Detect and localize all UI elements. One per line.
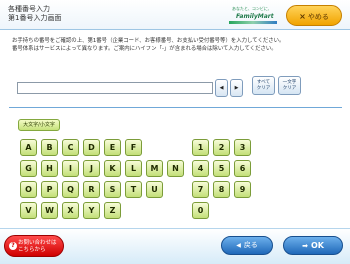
digit-key[interactable]: 2 <box>213 139 230 156</box>
screen-subtitle: 第1番号入力画面 <box>8 14 62 22</box>
close-icon: × <box>299 12 306 21</box>
ok-label: OK <box>310 241 324 250</box>
digit-key[interactable]: 9 <box>234 181 251 198</box>
letter-key[interactable]: O <box>20 181 37 198</box>
letter-key[interactable]: G <box>20 160 37 177</box>
letter-key[interactable]: D <box>83 139 100 156</box>
digit-key[interactable]: 0 <box>192 202 209 219</box>
screen-title: 各種番号入力 <box>8 5 50 13</box>
letter-key[interactable]: H <box>41 160 58 177</box>
instruction-line: 番号体系はサービスによって異なります。ご案内にハイフン「-」が含まれる場合は除い… <box>12 46 277 52</box>
digit-key[interactable]: 4 <box>192 160 209 177</box>
cursor-left-button[interactable]: ◀ <box>215 79 228 97</box>
back-label: 戻る <box>243 241 258 249</box>
help-label-1: お問い合わせは <box>18 240 57 246</box>
letter-key[interactable]: F <box>125 139 142 156</box>
digit-key[interactable]: 1 <box>192 139 209 156</box>
brand-tagline: あなたと、コンビに、 <box>232 6 272 11</box>
digit-key[interactable]: 3 <box>234 139 251 156</box>
divider <box>9 107 342 108</box>
clear-one-button[interactable]: 一文字 クリア <box>278 76 301 95</box>
letter-key[interactable]: R <box>83 181 100 198</box>
question-icon: ? <box>9 242 17 250</box>
arrow-left-icon: ◀ <box>219 85 224 91</box>
letter-key[interactable]: Z <box>104 202 121 219</box>
letter-key[interactable]: U <box>146 181 163 198</box>
letter-key[interactable]: N <box>167 160 184 177</box>
letter-key[interactable]: W <box>41 202 58 219</box>
instructions: お手持ちの番号をご確認の上、第1番号（企業コード、お客様番号、お支払い受付番号等… <box>12 37 342 53</box>
cancel-label: やめる <box>307 13 329 21</box>
arrow-right-icon: ▶ <box>234 85 239 91</box>
letter-key[interactable]: P <box>41 181 58 198</box>
letter-key[interactable]: T <box>125 181 142 198</box>
ok-button[interactable]: ➡ OK <box>283 236 343 255</box>
letter-key[interactable]: I <box>62 160 79 177</box>
clear-all-label-2: クリア <box>256 86 271 91</box>
letter-key[interactable]: Y <box>83 202 100 219</box>
help-label-2: こちらから <box>18 247 46 253</box>
digit-key[interactable]: 7 <box>192 181 209 198</box>
letter-key[interactable]: C <box>62 139 79 156</box>
clear-one-label-2: クリア <box>282 86 297 91</box>
letter-key[interactable]: J <box>83 160 100 177</box>
digit-key[interactable]: 5 <box>213 160 230 177</box>
letter-key[interactable]: B <box>41 139 58 156</box>
back-arrow-icon: ◀ <box>236 242 241 249</box>
cursor-right-button[interactable]: ▶ <box>230 79 243 97</box>
letter-key[interactable]: S <box>104 181 121 198</box>
ok-arrow-icon: ➡ <box>302 242 308 250</box>
brand-stripe <box>229 21 277 24</box>
letter-key[interactable]: X <box>62 202 79 219</box>
letter-key[interactable]: E <box>104 139 121 156</box>
cancel-button[interactable]: × やめる <box>286 5 342 26</box>
back-button[interactable]: ◀ 戻る <box>221 236 273 255</box>
letter-key[interactable]: K <box>104 160 121 177</box>
letter-key[interactable]: V <box>20 202 37 219</box>
digit-key[interactable]: 6 <box>234 160 251 177</box>
letter-key[interactable]: L <box>125 160 142 177</box>
letter-key[interactable]: A <box>20 139 37 156</box>
instruction-line: お手持ちの番号をご確認の上、第1番号（企業コード、お客様番号、お支払い受付番号等… <box>12 38 285 44</box>
clear-all-button[interactable]: すべて クリア <box>252 76 275 95</box>
letter-key[interactable]: Q <box>62 181 79 198</box>
help-button[interactable]: ? お問い合わせは こちらから <box>4 235 64 257</box>
number-input-field[interactable] <box>17 82 213 94</box>
case-toggle-button[interactable]: 大文字/小文字 <box>18 119 60 131</box>
letter-key[interactable]: M <box>146 160 163 177</box>
brand-logo: FamilyMart <box>236 13 274 20</box>
digit-key[interactable]: 8 <box>213 181 230 198</box>
